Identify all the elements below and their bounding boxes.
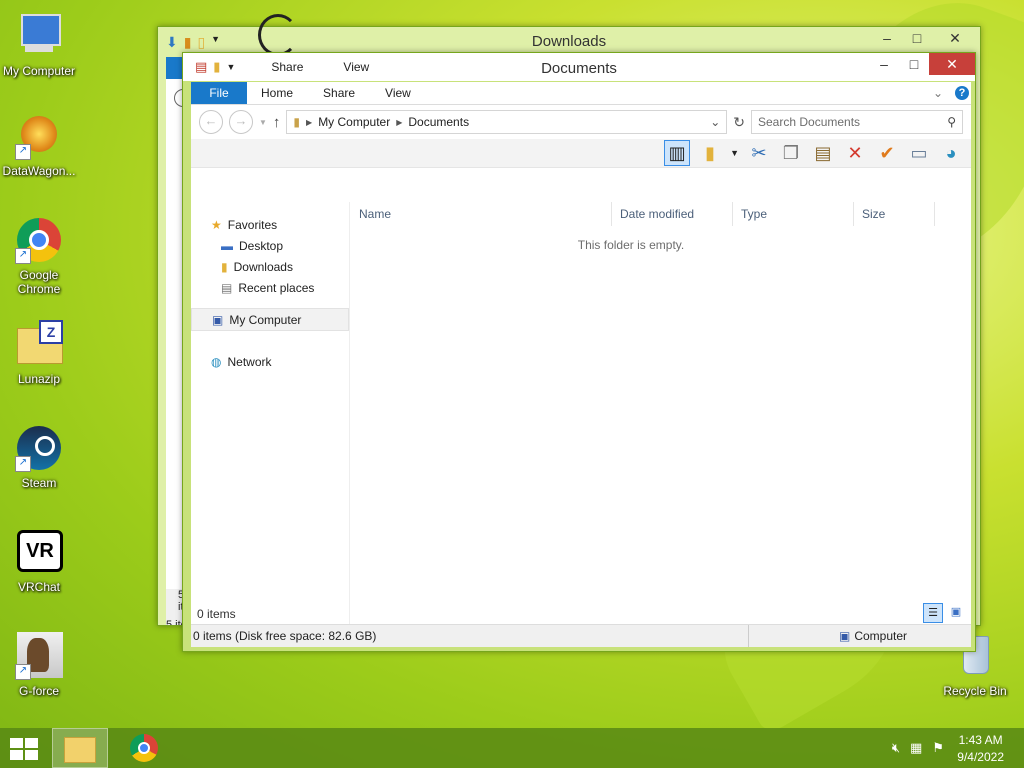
documents-titlebar[interactable]: ▤ ▮ ▼ Share View Documents – □ ✕ bbox=[183, 53, 975, 81]
desktop-icon-google-chrome[interactable]: ↗ Google Chrome bbox=[0, 216, 78, 296]
shortcut-arrow-icon: ↗ bbox=[15, 248, 31, 264]
minimize-button[interactable]: – bbox=[872, 27, 902, 49]
rename-icon[interactable]: ✔ bbox=[875, 141, 899, 165]
minimize-button[interactable]: – bbox=[869, 53, 899, 75]
delete-icon[interactable]: ✕ bbox=[843, 141, 867, 165]
empty-folder-message: This folder is empty. bbox=[577, 238, 685, 252]
shortcut-arrow-icon: ↗ bbox=[15, 456, 31, 472]
shortcut-arrow-icon: ↗ bbox=[15, 664, 31, 680]
desktop-icon-lunazip[interactable]: Z Lunazip bbox=[0, 320, 78, 386]
paste-icon[interactable]: ▤ bbox=[811, 141, 835, 165]
lunazip-icon: Z bbox=[15, 320, 63, 368]
search-input[interactable]: Search Documents ⚲ bbox=[751, 110, 963, 134]
items-count: 0 items bbox=[197, 607, 236, 621]
tab-file[interactable]: File bbox=[191, 82, 247, 104]
shortcut-arrow-icon: ↗ bbox=[15, 144, 31, 160]
computer-icon bbox=[15, 12, 63, 60]
desktop-icon: ▬ bbox=[221, 238, 233, 253]
desktop-icon-datawagon[interactable]: ↗ DataWagon... bbox=[0, 112, 78, 178]
refresh-icon[interactable]: ↻ bbox=[733, 114, 745, 131]
documents-window[interactable]: ▤ ▮ ▼ Share View Documents – □ ✕ File Ho… bbox=[182, 52, 976, 652]
desktop-icon-vrchat[interactable]: VR VRChat bbox=[0, 528, 78, 594]
large-icons-view-icon[interactable]: ▣ bbox=[947, 603, 965, 621]
taskbar-chrome[interactable] bbox=[116, 728, 172, 768]
chevron-down-icon[interactable]: ⌄ bbox=[933, 86, 943, 100]
chevron-down-icon[interactable]: ▼ bbox=[730, 148, 739, 158]
column-date-modified[interactable]: Date modified bbox=[612, 202, 733, 226]
taskbar: 🔇︎ ▦ ⚑ 1:43 AM 9/4/2022 bbox=[0, 728, 1024, 768]
chrome-icon bbox=[130, 734, 158, 762]
globe-icon[interactable]: ◕ bbox=[939, 141, 963, 165]
desktop-icon-my-computer[interactable]: My Computer bbox=[0, 12, 78, 78]
breadcrumb-documents[interactable]: Documents bbox=[408, 115, 469, 129]
g-force-icon: ↗ bbox=[15, 632, 63, 680]
status-right: Computer bbox=[854, 629, 907, 643]
column-type[interactable]: Type bbox=[733, 202, 854, 226]
ribbon-tabs: File Home Share View ⌄ ? bbox=[191, 82, 971, 105]
column-headers: Name Date modified Type Size bbox=[351, 202, 971, 226]
new-item-icon[interactable]: ▭ bbox=[907, 141, 931, 165]
nav-my-computer[interactable]: ▣ My Computer bbox=[191, 308, 349, 331]
column-name[interactable]: Name bbox=[351, 202, 612, 226]
file-list: Name Date modified Type Size This folder… bbox=[351, 202, 971, 625]
tab-home[interactable]: Home bbox=[247, 86, 308, 100]
clock-date: 9/4/2022 bbox=[957, 750, 1004, 764]
nav-downloads[interactable]: ▮ Downloads bbox=[191, 256, 349, 277]
desktop-icon-g-force[interactable]: ↗ G-force bbox=[0, 632, 78, 698]
search-icon: ⚲ bbox=[947, 115, 956, 129]
action-center-icon[interactable]: ⚑ bbox=[932, 740, 944, 756]
back-button[interactable]: ← bbox=[199, 110, 223, 134]
nav-desktop[interactable]: ▬ Desktop bbox=[191, 235, 349, 256]
documents-title: Documents bbox=[541, 60, 617, 77]
close-button[interactable]: ✕ bbox=[929, 53, 975, 75]
computer-icon: ▣ bbox=[212, 312, 224, 327]
app-logo-icon bbox=[258, 14, 298, 56]
recent-locations-icon[interactable]: ▼ bbox=[259, 118, 267, 127]
properties-icon[interactable]: ▮ bbox=[698, 141, 722, 165]
taskbar-file-explorer[interactable] bbox=[52, 728, 108, 768]
desktop-icon-steam[interactable]: ↗ Steam bbox=[0, 424, 78, 490]
folder-icon bbox=[64, 737, 96, 763]
status-bar: 0 items (Disk free space: 82.6 GB) ▣ Com… bbox=[191, 624, 971, 647]
forward-button[interactable]: → bbox=[229, 110, 253, 134]
chrome-icon: ↗ bbox=[15, 216, 63, 264]
star-icon: ★ bbox=[211, 217, 222, 232]
nav-recent-places[interactable]: ▤ Recent places bbox=[191, 277, 349, 298]
computer-icon: ▣ bbox=[838, 629, 851, 643]
tab-share[interactable]: Share bbox=[308, 86, 370, 100]
navigation-pane: ★ Favorites ▬ Desktop ▮ Downloads ▤ Rece… bbox=[191, 202, 350, 625]
clock[interactable]: 1:43 AM 9/4/2022 bbox=[957, 733, 1004, 764]
up-arrow-icon[interactable]: ↑ bbox=[273, 114, 281, 131]
address-bar[interactable]: ▮ ▶ My Computer ▶ Documents ⌄ bbox=[286, 110, 728, 134]
copy-icon[interactable]: ❐ bbox=[779, 141, 803, 165]
folder-icon: ▮ bbox=[293, 115, 301, 129]
close-button[interactable]: ✕ bbox=[932, 27, 978, 49]
toolbar: ▥ ▮ ▼ ✂ ❐ ▤ ✕ ✔ ▭ ◕ bbox=[191, 139, 971, 168]
search-placeholder: Search Documents bbox=[758, 115, 861, 129]
status-left: 0 items (Disk free space: 82.6 GB) bbox=[193, 629, 377, 643]
steam-icon: ↗ bbox=[15, 424, 63, 472]
datawagon-icon: ↗ bbox=[15, 112, 63, 160]
volume-muted-icon[interactable]: 🔇︎ bbox=[892, 740, 900, 756]
cut-icon[interactable]: ✂ bbox=[747, 141, 771, 165]
chevron-down-icon[interactable]: ⌄ bbox=[710, 115, 720, 129]
details-view-icon[interactable]: ☰ bbox=[923, 603, 943, 623]
nav-favorites[interactable]: ★ Favorites bbox=[191, 214, 349, 235]
preview-pane-icon[interactable]: ▥ bbox=[664, 140, 691, 166]
maximize-button[interactable]: □ bbox=[902, 27, 932, 49]
nav-network[interactable]: ◍ Network bbox=[191, 351, 349, 372]
breadcrumb-my-computer[interactable]: My Computer bbox=[318, 115, 390, 129]
clock-time: 1:43 AM bbox=[958, 733, 1003, 747]
column-size[interactable]: Size bbox=[854, 202, 935, 226]
vrchat-icon: VR bbox=[15, 528, 63, 576]
downloads-folder-icon: ▮ bbox=[221, 259, 228, 274]
address-row: ← → ▼ ↑ ▮ ▶ My Computer ▶ Documents ⌄ ↻ … bbox=[191, 105, 971, 139]
start-button[interactable] bbox=[10, 738, 38, 760]
tab-view[interactable]: View bbox=[370, 86, 426, 100]
network-icon: ◍ bbox=[211, 354, 222, 369]
recent-places-icon: ▤ bbox=[221, 280, 233, 295]
help-icon[interactable]: ? bbox=[955, 86, 969, 100]
network-tray-icon[interactable]: ▦ bbox=[910, 740, 922, 756]
maximize-button[interactable]: □ bbox=[899, 53, 929, 75]
